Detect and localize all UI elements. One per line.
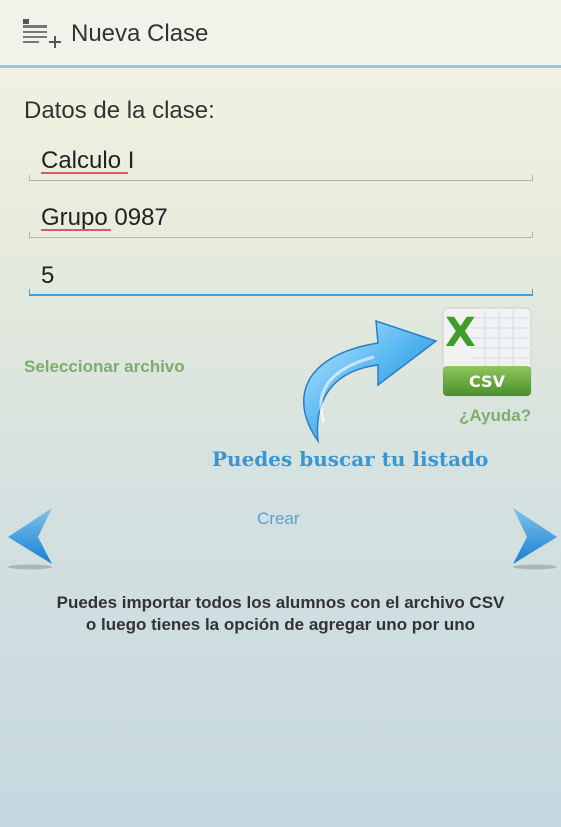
info-line-1: Puedes importar todos los alumnos con el… <box>56 593 505 612</box>
info-text: Puedes importar todos los alumnos con el… <box>0 592 561 636</box>
info-line-2: o luego tienes la opción de agregar uno … <box>85 615 476 634</box>
chevron-right-icon[interactable] <box>503 506 561 574</box>
create-button[interactable]: Crear <box>257 509 300 529</box>
class-name-input[interactable] <box>29 141 545 181</box>
chevron-left-icon[interactable] <box>4 506 62 574</box>
number-field[interactable] <box>29 256 545 296</box>
curved-arrow-icon <box>296 303 446 449</box>
section-label: Datos de la clase: <box>24 97 215 124</box>
svg-text:X: X <box>445 310 476 356</box>
csv-label: CSV <box>469 372 505 391</box>
field-underline <box>29 175 533 181</box>
action-bar: Nueva Clase <box>0 0 561 68</box>
field-underline-active <box>29 289 533 296</box>
spellcheck-underline <box>41 229 111 231</box>
number-input[interactable] <box>29 256 545 296</box>
group-field[interactable] <box>29 198 545 238</box>
hint-text: Puedes buscar tu listado <box>212 447 489 471</box>
field-underline <box>29 232 533 238</box>
new-list-icon[interactable] <box>21 17 63 53</box>
excel-csv-icon[interactable]: X CSV <box>441 306 533 402</box>
class-name-field[interactable] <box>29 141 545 181</box>
help-link[interactable]: ¿Ayuda? <box>459 406 531 426</box>
spellcheck-underline <box>41 172 128 174</box>
select-file-link[interactable]: Seleccionar archivo <box>24 357 185 377</box>
page-title: Nueva Clase <box>71 20 209 47</box>
group-input[interactable] <box>29 198 545 238</box>
